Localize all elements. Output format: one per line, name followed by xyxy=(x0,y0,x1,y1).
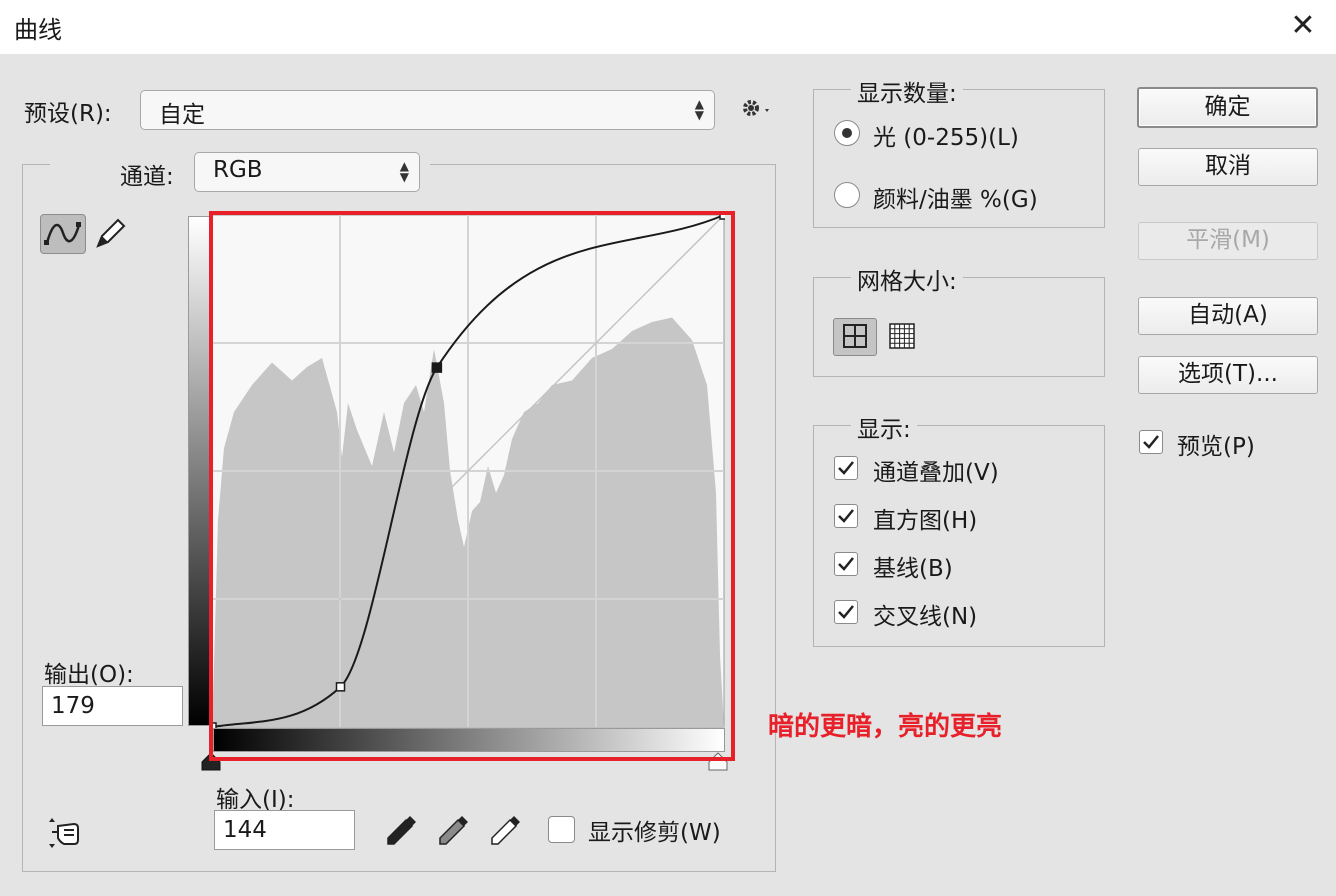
annotation-text: 暗的更暗，亮的更亮 xyxy=(768,712,1003,742)
title-bar: 曲线 ✕ xyxy=(0,0,1336,54)
gear-icon[interactable] xyxy=(740,96,774,124)
channel-overlay-checkbox[interactable] xyxy=(834,456,858,480)
checkmark-icon xyxy=(838,461,854,475)
close-icon[interactable]: ✕ xyxy=(1282,6,1324,46)
intersection-line-label: 交叉线(N) xyxy=(873,604,978,630)
checkmark-icon xyxy=(838,509,854,523)
channel-label: 通道: xyxy=(120,164,174,190)
histogram-checkbox[interactable] xyxy=(834,504,858,528)
on-image-adjust-icon[interactable] xyxy=(44,812,88,858)
show-clipping-label: 显示修剪(W) xyxy=(588,820,721,846)
auto-button[interactable]: 自动(A) xyxy=(1138,297,1318,335)
amount-group-title: 显示数量: xyxy=(851,74,963,108)
channel-select[interactable]: RGB ▲ ▼ xyxy=(194,152,420,192)
channel-overlay-label: 通道叠加(V) xyxy=(873,460,999,486)
gray-eyedropper-icon[interactable] xyxy=(436,812,472,852)
preset-select[interactable]: 自定 ▲ ▼ xyxy=(140,90,715,130)
output-label: 输出(O): xyxy=(44,662,134,688)
display-group-title: 显示: xyxy=(851,410,917,444)
input-label: 输入(I): xyxy=(216,787,295,813)
window-title: 曲线 xyxy=(14,16,62,44)
preset-value: 自定 xyxy=(159,102,205,128)
updown-arrow-icon: ▲ ▼ xyxy=(694,97,704,122)
preview-checkbox[interactable] xyxy=(1139,430,1163,454)
light-radio[interactable] xyxy=(834,120,860,146)
preview-label: 预览(P) xyxy=(1177,434,1255,460)
preset-label: 预设(R): xyxy=(24,101,112,127)
ok-button[interactable]: 确定 xyxy=(1137,87,1318,128)
baseline-checkbox[interactable] xyxy=(834,552,858,576)
checkmark-icon xyxy=(1143,435,1159,449)
output-field[interactable]: 179 xyxy=(42,686,183,726)
fine-grid-border xyxy=(889,323,915,349)
light-radio-label: 光 (0-255)(L) xyxy=(873,125,1019,151)
options-button[interactable]: 选项(T)... xyxy=(1138,356,1318,394)
grid-group-title: 网格大小: xyxy=(851,262,963,296)
grid-4x4-icon[interactable] xyxy=(833,318,877,356)
baseline-label: 基线(B) xyxy=(873,556,953,582)
curve-point-icon[interactable] xyxy=(40,214,86,254)
radio-dot xyxy=(842,128,852,138)
cancel-button[interactable]: 取消 xyxy=(1138,148,1318,186)
black-eyedropper-icon[interactable] xyxy=(384,812,420,852)
highlight-box xyxy=(209,211,735,761)
grid-10x10-icon[interactable] xyxy=(888,322,916,354)
curves-dialog: 曲线 ✕ 预设(R): 自定 ▲ ▼ 通道: RGB ▲ ▼ 输出(O): 17… xyxy=(0,0,1336,896)
checkmark-icon xyxy=(838,557,854,571)
show-clipping-checkbox[interactable] xyxy=(548,816,575,843)
histogram-label: 直方图(H) xyxy=(873,508,978,534)
white-eyedropper-icon[interactable] xyxy=(488,812,524,852)
smooth-button[interactable]: 平滑(M) xyxy=(1138,222,1318,260)
intersection-line-checkbox[interactable] xyxy=(834,600,858,624)
checkmark-icon xyxy=(838,605,854,619)
input-field[interactable]: 144 xyxy=(214,810,355,850)
channel-value: RGB xyxy=(213,157,263,183)
updown-arrow-icon: ▲ ▼ xyxy=(399,159,409,184)
pencil-icon[interactable] xyxy=(94,216,128,254)
pigment-radio-label: 颜料/油墨 %(G) xyxy=(873,187,1038,213)
pigment-radio[interactable] xyxy=(834,182,860,208)
